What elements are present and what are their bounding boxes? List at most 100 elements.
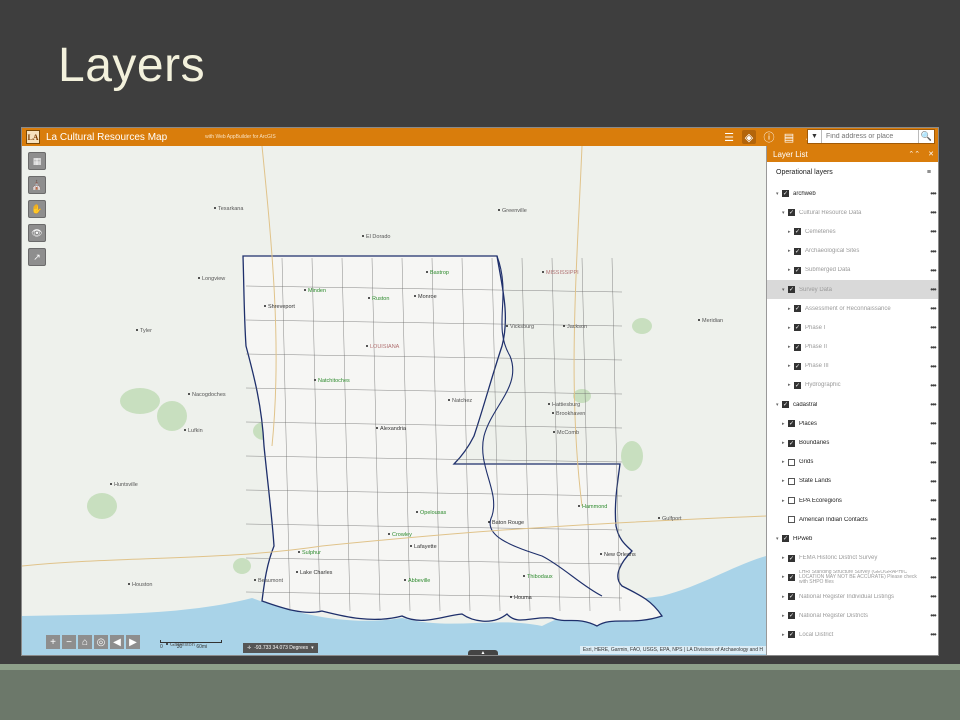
more-options-icon[interactable]: ••• <box>926 592 938 601</box>
bookmark-button[interactable]: ⛪ <box>28 176 46 194</box>
layer-checkbox[interactable]: ✓ <box>788 612 795 620</box>
measure-button[interactable]: ↗ <box>28 248 46 266</box>
more-options-icon[interactable]: ••• <box>926 189 938 198</box>
layer-row[interactable]: ▸ ✓ Phase I ••• <box>767 318 938 337</box>
more-options-icon[interactable]: ••• <box>926 554 938 563</box>
layer-row[interactable]: ▸ ✓ Hydrographic ••• <box>767 376 938 395</box>
layer-row[interactable]: ▾ ✓ Survey Data ••• <box>767 279 938 300</box>
more-options-icon[interactable]: ••• <box>926 439 938 448</box>
layer-row[interactable]: ▾ ✓ HPweb ••• <box>767 529 938 548</box>
more-options-icon[interactable]: ••• <box>926 266 938 275</box>
more-options-icon[interactable]: ••• <box>926 208 938 217</box>
layer-row[interactable]: ▸ ✓ Assessment or Reconnaissance ••• <box>767 299 938 318</box>
more-options-icon[interactable]: ••• <box>926 343 938 352</box>
coordinate-readout[interactable]: ✛ -93.733 34.073 Degrees ▾ <box>243 643 318 653</box>
map-view[interactable]: Texarkana Shreveport Monroe Alexandria Lafay… <box>22 146 766 655</box>
layer-row[interactable]: ▸ ✓ National Register Districts ••• <box>767 606 938 625</box>
layer-checkbox[interactable]: ✓ <box>788 593 795 601</box>
draw-button[interactable]: ✋ <box>28 200 46 218</box>
layer-checkbox[interactable]: ✓ <box>794 324 801 332</box>
more-options-icon[interactable]: ••• <box>926 247 938 256</box>
previous-extent-button[interactable]: ◀ <box>110 635 124 649</box>
search-input[interactable] <box>822 130 918 143</box>
layer-checkbox[interactable]: ✓ <box>794 228 801 236</box>
map-label: Alexandria <box>380 426 407 432</box>
close-icon[interactable]: ✕ <box>928 150 934 158</box>
layer-checkbox[interactable]: ✓ <box>794 381 801 389</box>
layer-checkbox[interactable]: ✓ <box>782 535 789 543</box>
layer-checkbox[interactable]: ✓ <box>794 362 801 370</box>
more-options-icon[interactable]: ••• <box>926 323 938 332</box>
layer-checkbox[interactable]: ✓ <box>788 554 795 562</box>
info-icon[interactable]: ⓘ <box>762 130 776 144</box>
layer-checkbox[interactable]: ✓ <box>782 401 789 409</box>
layer-checkbox[interactable]: ✓ <box>788 573 795 581</box>
layer-checkbox[interactable] <box>788 477 795 485</box>
layer-row[interactable]: ▸ State Lands ••• <box>767 472 938 491</box>
more-options-icon[interactable]: ••• <box>926 496 938 505</box>
collapse-icon[interactable]: ⌃⌃ <box>908 150 920 158</box>
layers-icon[interactable]: ◈ <box>742 130 756 144</box>
layer-row[interactable]: ▸ ✓ Submerged Data ••• <box>767 261 938 280</box>
more-options-icon[interactable]: ••• <box>926 419 938 428</box>
layer-row[interactable]: ▾ ✓ Cultural Resource Data ••• <box>767 203 938 222</box>
search-button[interactable]: 🔍 <box>918 130 934 143</box>
layer-row[interactable]: ▸ ✓ Cemeteries ••• <box>767 222 938 241</box>
layer-row[interactable]: ▸ ✓ FEMA Historic District Survey ••• <box>767 549 938 568</box>
layer-checkbox[interactable]: ✓ <box>788 420 795 428</box>
layer-row[interactable]: ▸ ✓ LHRI Standing Structure Survey (GEOGRA… <box>767 568 938 587</box>
layer-row[interactable]: ▸ ✓ Local District ••• <box>767 625 938 644</box>
more-options-icon[interactable]: ••• <box>926 381 938 390</box>
zoom-in-button[interactable]: + <box>46 635 60 649</box>
list-icon[interactable]: ☰ <box>722 130 736 144</box>
layer-row[interactable]: American Indian Contacts ••• <box>767 510 938 529</box>
layer-row[interactable]: ▸ ✓ Phase II ••• <box>767 338 938 357</box>
layer-checkbox[interactable] <box>788 516 795 524</box>
layer-checkbox[interactable]: ✓ <box>788 209 795 217</box>
more-options-icon[interactable]: ••• <box>926 534 938 543</box>
more-options-icon[interactable]: ••• <box>926 573 938 582</box>
layer-row[interactable]: ▸ Grids ••• <box>767 453 938 472</box>
layer-checkbox[interactable]: ✓ <box>794 343 801 351</box>
layer-row[interactable]: ▸ EPA Ecoregions ••• <box>767 491 938 510</box>
layer-checkbox[interactable]: ✓ <box>788 286 795 294</box>
more-options-icon[interactable]: ••• <box>926 515 938 524</box>
attribute-table-toggle[interactable]: ▲ <box>468 650 498 655</box>
print-icon[interactable]: ▤ <box>782 130 796 144</box>
more-options-icon[interactable]: ••• <box>926 477 938 486</box>
layer-checkbox[interactable]: ✓ <box>788 631 795 639</box>
more-options-icon[interactable]: ••• <box>926 458 938 467</box>
more-options-icon[interactable]: ••• <box>926 611 938 620</box>
more-options-icon[interactable]: ••• <box>926 362 938 371</box>
layer-row[interactable]: ▸ ✓ Phase III ••• <box>767 357 938 376</box>
layer-row[interactable]: ▸ ✓ Boundaries ••• <box>767 433 938 452</box>
visibility-button[interactable]: 👁 <box>28 224 46 242</box>
locate-button[interactable]: ◎ <box>94 635 108 649</box>
basemap-gallery-button[interactable]: ▦ <box>28 152 46 170</box>
layer-checkbox[interactable]: ✓ <box>788 439 795 447</box>
more-options-icon[interactable]: ••• <box>926 285 938 294</box>
layer-checkbox[interactable]: ✓ <box>782 190 789 198</box>
crosshair-icon: ✛ <box>247 645 252 651</box>
layer-checkbox[interactable] <box>788 497 795 505</box>
more-options-icon[interactable]: ••• <box>926 227 938 236</box>
layer-row[interactable]: ▾ ✓ archweb ••• <box>767 184 938 203</box>
layer-options-icon[interactable]: ≡ <box>927 169 931 176</box>
more-options-icon[interactable]: ••• <box>926 400 938 409</box>
layer-checkbox[interactable] <box>788 458 795 466</box>
zoom-out-button[interactable]: − <box>62 635 76 649</box>
more-options-icon[interactable]: ••• <box>926 630 938 639</box>
layer-checkbox[interactable]: ✓ <box>794 247 801 255</box>
layer-row[interactable]: ▸ ✓ Archaeological Sites ••• <box>767 242 938 261</box>
slide-footer-band <box>0 664 960 720</box>
layer-row[interactable]: ▸ ✓ National Register Individual Listings •… <box>767 587 938 606</box>
layer-row[interactable]: ▸ ✓ Places ••• <box>767 414 938 433</box>
chevron-down-icon[interactable]: ▾ <box>311 645 314 651</box>
more-options-icon[interactable]: ••• <box>926 304 938 313</box>
layer-row[interactable]: ▾ ✓ cadastral ••• <box>767 395 938 414</box>
next-extent-button[interactable]: ▶ <box>126 635 140 649</box>
layer-checkbox[interactable]: ✓ <box>794 266 801 274</box>
search-source-dropdown[interactable]: ▼ <box>808 130 822 143</box>
home-button[interactable]: ⌂ <box>78 635 92 649</box>
layer-checkbox[interactable]: ✓ <box>794 305 801 313</box>
